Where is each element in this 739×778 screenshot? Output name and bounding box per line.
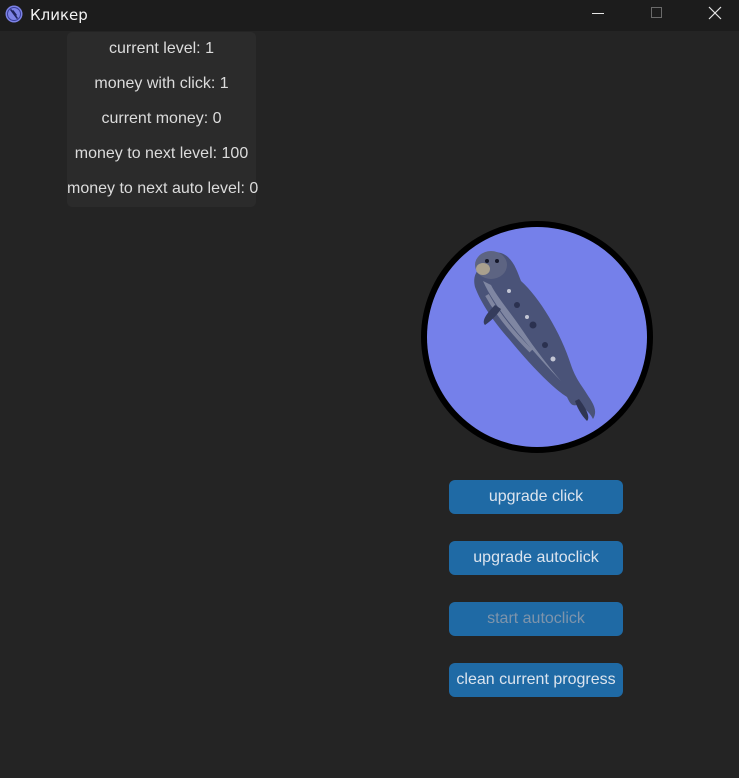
money-with-click-label: money with click: 1 xyxy=(94,75,229,92)
maximize-icon xyxy=(651,7,662,18)
money-to-next-auto-level-label: money to next auto level: 0 xyxy=(67,180,259,197)
seal-click-button[interactable] xyxy=(421,221,653,453)
maximize-button[interactable] xyxy=(627,0,685,31)
minimize-button[interactable] xyxy=(569,0,627,31)
current-money-label: current money: 0 xyxy=(101,110,222,127)
clean-progress-button[interactable]: clean current progress xyxy=(449,663,623,697)
start-autoclick-button[interactable]: start autoclick xyxy=(449,602,623,636)
stats-panel: current level: 1 money with click: 1 cur… xyxy=(67,32,259,207)
upgrade-click-button[interactable]: upgrade click xyxy=(449,480,623,514)
minimize-icon xyxy=(592,13,604,14)
close-icon xyxy=(708,6,722,20)
app-window: Кликер current level: 1 money with click… xyxy=(0,0,739,778)
window-title: Кликер xyxy=(30,6,88,24)
upgrade-autoclick-button[interactable]: upgrade autoclick xyxy=(449,541,623,575)
app-logo-icon xyxy=(5,5,23,23)
money-to-next-level-label: money to next level: 100 xyxy=(74,145,249,162)
close-button[interactable] xyxy=(685,0,739,31)
title-bar[interactable]: Кликер xyxy=(0,0,739,31)
current-level-label: current level: 1 xyxy=(109,40,214,57)
